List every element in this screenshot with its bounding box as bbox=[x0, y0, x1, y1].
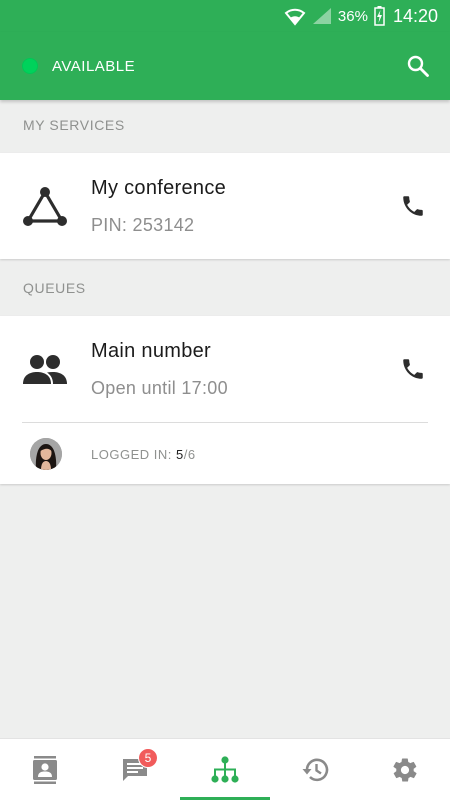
presence-label[interactable]: AVAILABLE bbox=[52, 58, 135, 75]
contacts-icon bbox=[33, 755, 57, 784]
nav-history[interactable] bbox=[270, 739, 360, 800]
conference-triangle-icon bbox=[22, 185, 68, 229]
history-icon bbox=[302, 758, 329, 781]
status-bar: 36% 14:20 bbox=[0, 0, 450, 32]
phone-icon bbox=[403, 196, 423, 216]
search-icon bbox=[407, 55, 429, 77]
service-pin: PIN: 253142 bbox=[91, 215, 195, 235]
messages-badge: 5 bbox=[138, 748, 158, 768]
queues-section-header: QUEUES bbox=[23, 280, 86, 296]
logged-in-count: 5 bbox=[175, 447, 184, 462]
battery-percent: 36% bbox=[337, 7, 368, 25]
app-bar: AVAILABLE bbox=[0, 32, 450, 100]
nav-settings[interactable] bbox=[360, 739, 450, 800]
call-conference-button[interactable] bbox=[398, 191, 428, 221]
logged-in-label: LOGGED IN: bbox=[91, 447, 176, 462]
settings-icon bbox=[393, 757, 417, 782]
phone-icon bbox=[403, 359, 423, 379]
wifi-icon bbox=[284, 6, 306, 26]
logged-in-row[interactable]: LOGGED IN: 5/6 bbox=[0, 423, 450, 484]
nav-contacts[interactable] bbox=[0, 739, 90, 800]
queue-card[interactable]: Main number Open until 17:00 LOGGED IN: … bbox=[0, 316, 450, 484]
service-card[interactable]: My conference PIN: 253142 bbox=[0, 153, 450, 259]
clock: 14:20 bbox=[392, 5, 438, 26]
avatar bbox=[30, 438, 62, 470]
search-button[interactable] bbox=[404, 52, 432, 80]
battery-charging-icon bbox=[374, 6, 385, 26]
service-title: My conference bbox=[91, 177, 227, 199]
hierarchy-icon bbox=[211, 755, 239, 783]
group-icon bbox=[22, 348, 68, 392]
nav-messages[interactable]: 5 bbox=[90, 739, 180, 800]
logged-in-total: /6 bbox=[183, 447, 196, 462]
presence-indicator[interactable] bbox=[22, 58, 38, 74]
nav-services[interactable] bbox=[180, 739, 270, 800]
queue-hours: Open until 17:00 bbox=[91, 378, 228, 398]
call-queue-button[interactable] bbox=[398, 354, 428, 384]
bottom-nav: 5 bbox=[0, 738, 450, 800]
logged-in-status: LOGGED IN: 5/6 bbox=[91, 447, 196, 462]
queue-title: Main number bbox=[91, 340, 212, 362]
signal-icon bbox=[312, 7, 332, 25]
services-section-header: MY SERVICES bbox=[23, 117, 125, 133]
